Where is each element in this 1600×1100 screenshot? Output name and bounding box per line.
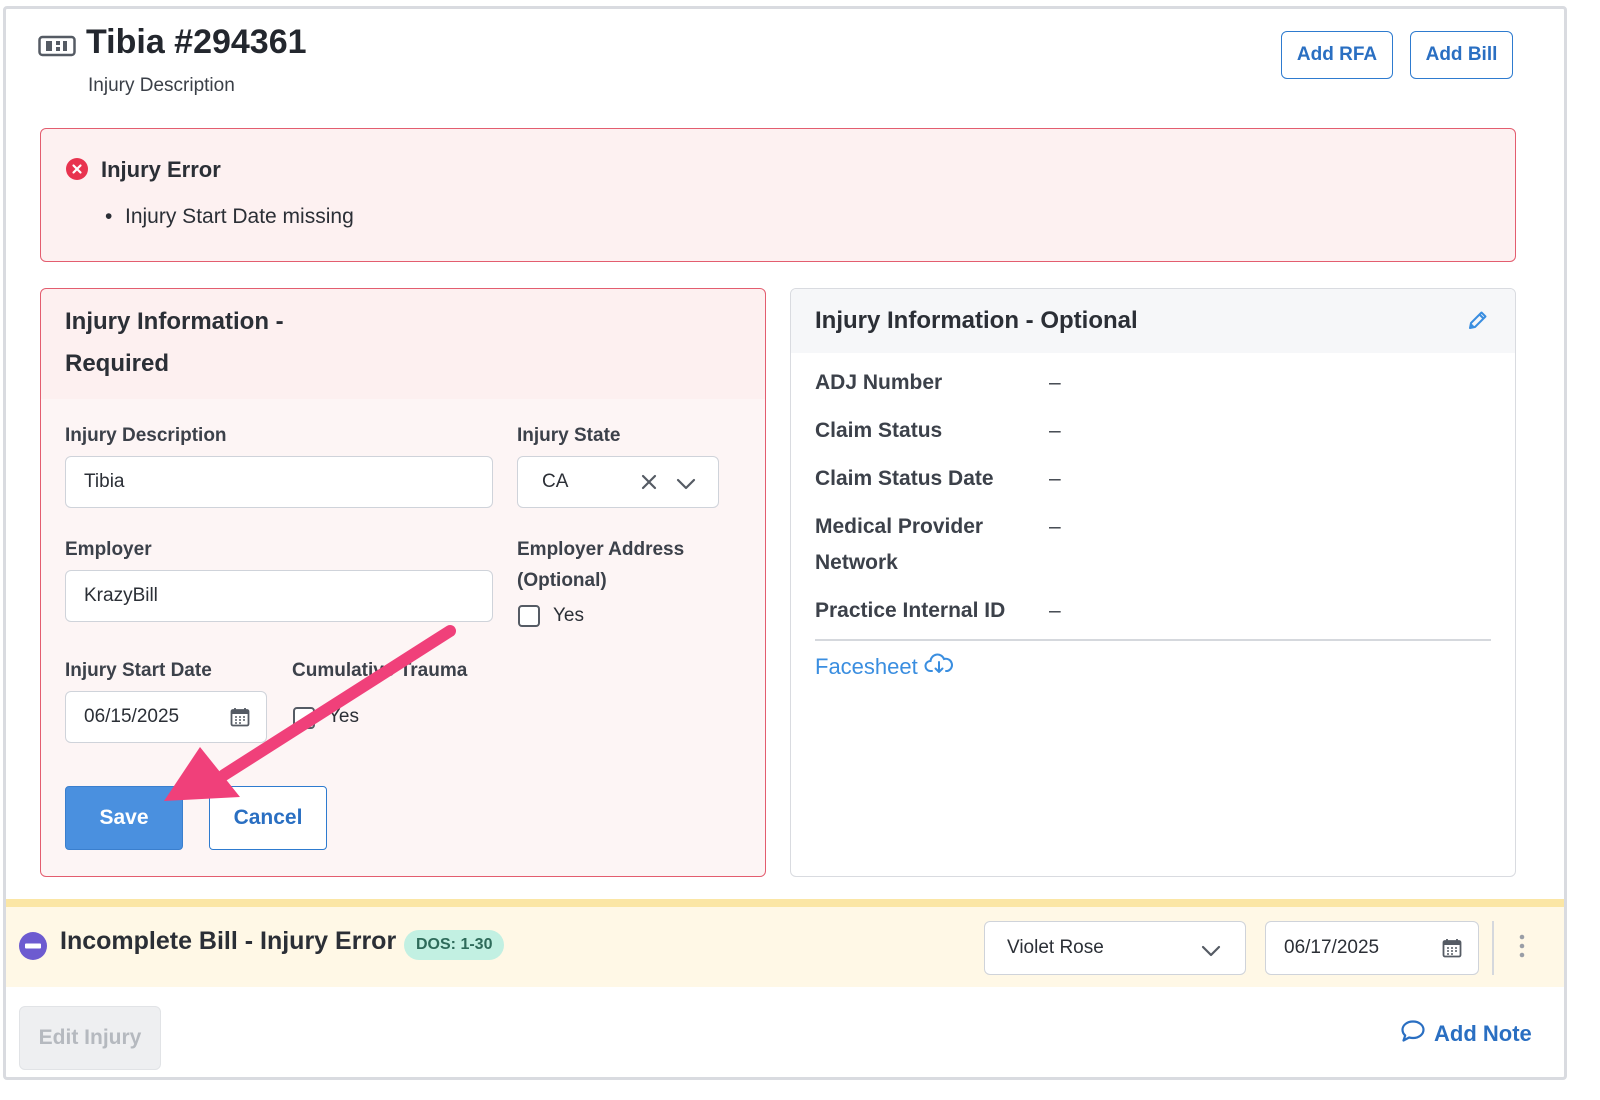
assignee-value: Violet Rose [1007, 937, 1104, 958]
practice-internal-id-label: Practice Internal ID [815, 599, 1006, 622]
employer-address-checkbox[interactable] [518, 605, 540, 627]
add-rfa-button[interactable]: Add RFA [1281, 31, 1393, 79]
practice-internal-id-value: – [1049, 599, 1061, 622]
speech-bubble-icon [1400, 1019, 1426, 1049]
required-card-title: Injury Information - Required [65, 308, 284, 377]
calendar-icon[interactable] [230, 707, 250, 733]
more-options-icon[interactable] [1518, 933, 1526, 964]
claim-status-label: Claim Status [815, 419, 943, 442]
bill-title: Incomplete Bill - Injury Error [60, 927, 397, 955]
injury-description-input[interactable]: Tibia [65, 456, 493, 508]
add-note-button[interactable]: Add Note [1400, 1019, 1532, 1049]
cumulative-trauma-checkbox-label: Yes [328, 706, 359, 727]
injury-start-date-value: 06/15/2025 [84, 706, 180, 727]
employer-input[interactable]: KrazyBill [65, 570, 493, 622]
divider [815, 639, 1491, 641]
injury-start-date-label: Injury Start Date [65, 660, 212, 681]
injury-information-required-card: Injury Information - Required Injury Des… [40, 288, 766, 877]
clear-x-icon[interactable] [640, 473, 658, 497]
divider [1492, 921, 1494, 975]
chevron-down-icon[interactable] [676, 475, 696, 497]
calendar-icon[interactable] [1442, 938, 1462, 964]
add-bill-button[interactable]: Add Bill [1410, 31, 1513, 79]
minus-circle-icon [18, 931, 48, 966]
medical-provider-network-value: – [1049, 515, 1061, 538]
employer-address-checkbox-label: Yes [553, 605, 584, 626]
medical-provider-network-label: Medical Provider Network [815, 515, 984, 574]
edit-injury-button[interactable]: Edit Injury [19, 1006, 161, 1070]
injury-tag-icon [38, 35, 76, 62]
claim-status-value: – [1049, 419, 1061, 442]
pencil-edit-icon[interactable] [1467, 309, 1489, 336]
injury-information-optional-card: Injury Information - Optional ADJ Number… [790, 288, 1516, 877]
adj-number-value: – [1049, 371, 1061, 394]
cumulative-trauma-checkbox[interactable] [293, 707, 315, 729]
injury-state-select[interactable]: CA [517, 456, 719, 508]
claim-status-date-value: – [1049, 467, 1061, 490]
page-frame: Tibia #294361 Injury Description Add RFA… [3, 6, 1567, 1080]
bill-date-input[interactable]: 06/17/2025 [1265, 921, 1479, 975]
save-button[interactable]: Save [65, 786, 183, 850]
cancel-button[interactable]: Cancel [209, 786, 327, 850]
cumulative-trauma-label: Cumulative Trauma [292, 660, 468, 681]
page-subtitle: Injury Description [88, 75, 235, 96]
page-title: Tibia #294361 [86, 23, 307, 61]
error-alert: Injury Error Injury Start Date missing [40, 128, 1516, 262]
dos-badge: DOS: 1-30 [404, 930, 505, 960]
cloud-download-icon [924, 653, 954, 681]
alert-item: Injury Start Date missing [105, 205, 354, 229]
injury-description-label: Injury Description [65, 425, 227, 446]
facesheet-link[interactable]: Facesheet [815, 653, 954, 681]
optional-card-title: Injury Information - Optional [815, 307, 1138, 334]
alert-title: Injury Error [101, 157, 221, 182]
injury-start-date-input[interactable]: 06/15/2025 [65, 691, 267, 743]
injury-state-label: Injury State [517, 425, 621, 446]
assignee-select[interactable]: Violet Rose [984, 921, 1246, 975]
error-circle-icon [65, 157, 89, 186]
adj-number-label: ADJ Number [815, 371, 943, 394]
claim-status-date-label: Claim Status Date [815, 467, 994, 490]
bill-date-value: 06/17/2025 [1284, 937, 1380, 958]
employer-address-label: Employer Address (Optional) [517, 539, 685, 591]
injury-state-value: CA [542, 471, 569, 492]
employer-label: Employer [65, 539, 152, 560]
incomplete-bill-bar[interactable]: Incomplete Bill - Injury Error DOS: 1-30… [6, 899, 1564, 987]
chevron-down-icon [1201, 942, 1221, 964]
